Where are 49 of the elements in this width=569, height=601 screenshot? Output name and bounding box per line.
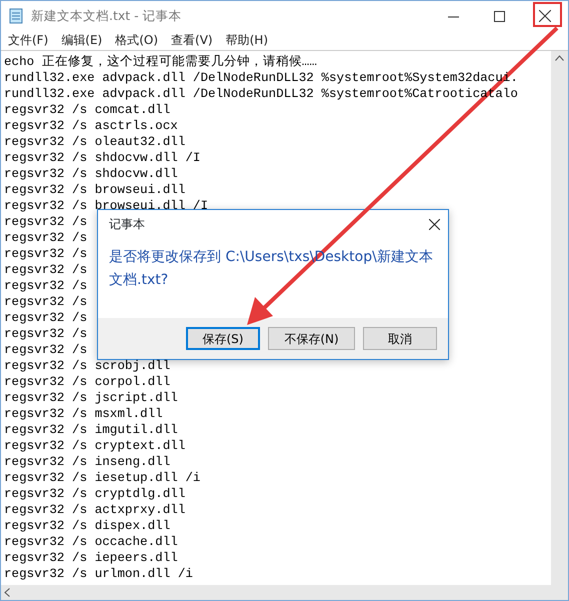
text-line: regsvr32 /s iesetup.dll /i <box>4 471 200 485</box>
dialog-button[interactable]: 保存(S) <box>186 327 260 350</box>
text-line: regsvr32 /s comcat.dll <box>4 103 170 117</box>
text-line: regsvr32 /s occache.dll <box>4 535 178 549</box>
menu-item[interactable]: 格式(O) <box>110 31 166 50</box>
text-line: regsvr32 /s shdocvw.dll <box>4 167 178 181</box>
text-line: regsvr32 /s scrobj.dll <box>4 359 170 373</box>
text-line: regsvr32 /s <box>4 311 88 325</box>
dialog-button[interactable]: 取消 <box>363 327 437 350</box>
text-line: regsvr32 /s jscript.dll <box>4 391 178 405</box>
menu-item[interactable]: 文件(F) <box>3 31 56 50</box>
text-line: regsvr32 /s <box>4 263 88 277</box>
text-line: regsvr32 /s browseui.dll <box>4 183 186 197</box>
menu-item[interactable]: 查看(V) <box>166 31 221 50</box>
text-line: regsvr32 /s <box>4 215 88 229</box>
text-line: regsvr32 /s actxprxy.dll <box>4 503 186 517</box>
horizontal-scrollbar[interactable] <box>1 585 568 600</box>
text-line: regsvr32 /s <box>4 247 88 261</box>
dialog-title: 记事本 <box>109 216 145 233</box>
scroll-up-icon[interactable] <box>555 55 564 61</box>
dialog-button[interactable]: 不保存(N) <box>268 327 355 350</box>
notepad-icon <box>9 8 23 24</box>
text-line: regsvr32 /s <box>4 279 88 293</box>
text-line: regsvr32 /s <box>4 343 88 357</box>
maximize-icon <box>494 10 504 22</box>
window-title: 新建文本文档.txt - 记事本 <box>31 6 182 25</box>
text-line: regsvr32 /s <box>4 327 88 341</box>
text-line: regsvr32 /s shdocvw.dll /I <box>4 151 200 165</box>
close-icon <box>539 10 551 22</box>
text-line: regsvr32 /s corpol.dll <box>4 375 170 389</box>
text-line: echo 正在修复，这个过程可能需要几分钟，请稍候…… <box>4 55 317 69</box>
text-line: regsvr32 /s inseng.dll <box>4 455 170 469</box>
menu-item[interactable]: 帮助(H) <box>220 31 276 50</box>
text-line: regsvr32 /s asctrls.ocx <box>4 119 178 133</box>
menu-item[interactable]: 编辑(E) <box>56 31 110 50</box>
text-line: regsvr32 /s dispex.dll <box>4 519 170 533</box>
close-icon[interactable] <box>429 218 440 230</box>
text-line: regsvr32 /s iepeers.dll <box>4 551 178 565</box>
text-line: regsvr32 /s cryptext.dll <box>4 439 186 453</box>
text-line: regsvr32 /s imgutil.dll <box>4 423 178 437</box>
scroll-left-icon[interactable] <box>4 588 10 597</box>
vertical-scrollbar[interactable] <box>551 51 568 585</box>
text-line: regsvr32 /s urlmon.dll /i <box>4 567 193 581</box>
text-line: regsvr32 /s cryptdlg.dll <box>4 487 186 501</box>
text-line: regsvr32 /s <box>4 231 88 245</box>
highlight-frame <box>533 2 562 27</box>
text-line: regsvr32 /s <box>4 295 88 309</box>
text-line: regsvr32 /s oleaut32.dll <box>4 135 186 149</box>
text-line: regsvr32 /s msxml.dll <box>4 407 163 421</box>
